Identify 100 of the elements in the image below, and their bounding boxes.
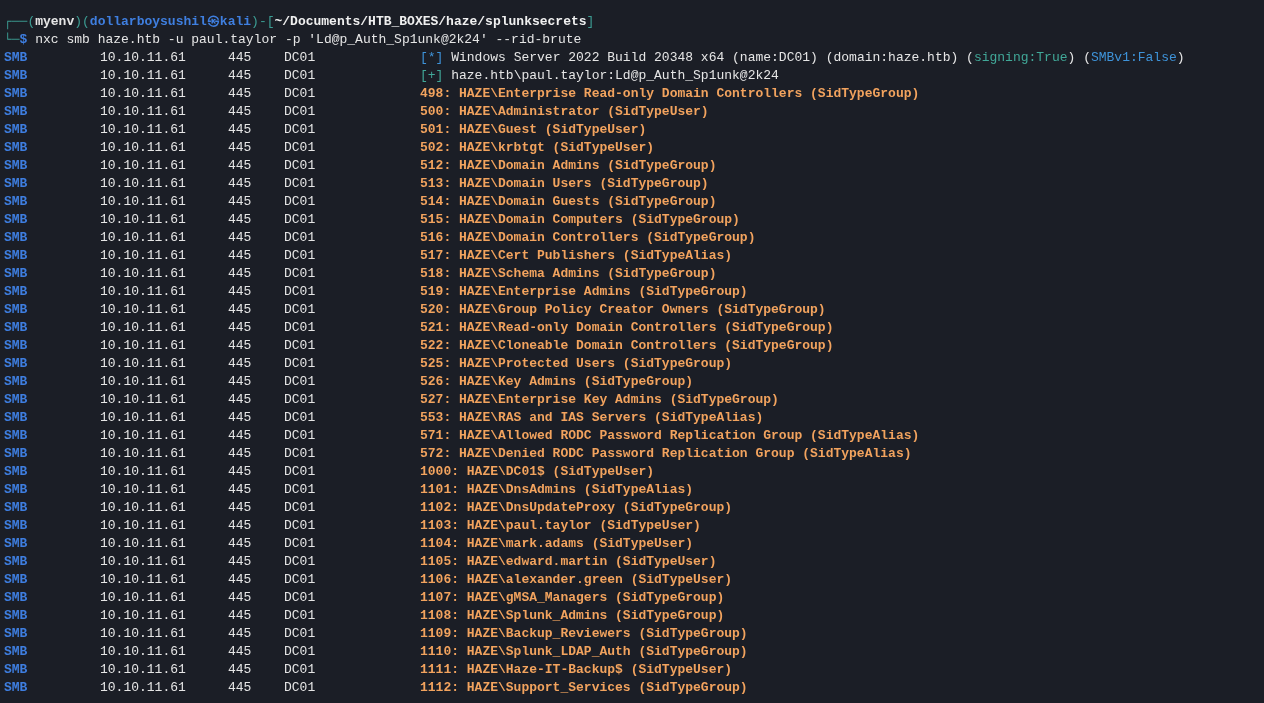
host-name: DC01 bbox=[284, 49, 316, 67]
host-name: DC01 bbox=[284, 481, 316, 499]
protocol-label: SMB bbox=[4, 229, 28, 247]
rid-entry: 514: HAZE\Domain Guests (SidTypeGroup) bbox=[420, 193, 717, 211]
rid-entry: 1109: HAZE\Backup_Reviewers (SidTypeGroup) bbox=[420, 625, 748, 643]
host-name: DC01 bbox=[284, 661, 316, 679]
host-address: 10.10.11.61 bbox=[100, 85, 186, 103]
rid-entry: 498: HAZE\Enterprise Read-only Domain Controllers (SidTypeGroup) bbox=[420, 85, 920, 103]
host-name: DC01 bbox=[284, 319, 316, 337]
port-number: 445 bbox=[228, 445, 252, 463]
port-number: 445 bbox=[228, 301, 252, 319]
protocol-label: SMB bbox=[4, 139, 28, 157]
protocol-label: SMB bbox=[4, 193, 28, 211]
host-address: 10.10.11.61 bbox=[100, 427, 186, 445]
protocol-label: SMB bbox=[4, 607, 28, 625]
host-name: DC01 bbox=[284, 445, 316, 463]
host-address: 10.10.11.61 bbox=[100, 193, 186, 211]
host-name: DC01 bbox=[284, 571, 316, 589]
host-name: DC01 bbox=[284, 337, 316, 355]
protocol-label: SMB bbox=[4, 427, 28, 445]
port-number: 445 bbox=[228, 49, 252, 67]
host-name: DC01 bbox=[284, 301, 316, 319]
rid-entry: 1111: HAZE\Haze-IT-Backup$ (SidTypeUser) bbox=[420, 661, 733, 679]
port-number: 445 bbox=[228, 661, 252, 679]
protocol-label: SMB bbox=[4, 409, 28, 427]
port-number: 445 bbox=[228, 265, 252, 283]
protocol-label: SMB bbox=[4, 301, 28, 319]
protocol-label: SMB bbox=[4, 373, 28, 391]
rid-entry: 501: HAZE\Guest (SidTypeUser) bbox=[420, 121, 647, 139]
host-address: 10.10.11.61 bbox=[100, 121, 186, 139]
port-number: 445 bbox=[228, 499, 252, 517]
protocol-label: SMB bbox=[4, 445, 28, 463]
port-number: 445 bbox=[228, 643, 252, 661]
port-number: 445 bbox=[228, 517, 252, 535]
host-name: DC01 bbox=[284, 229, 316, 247]
rid-entry: 571: HAZE\Allowed RODC Password Replication Group (SidTypeAlias) bbox=[420, 427, 920, 445]
protocol-label: SMB bbox=[4, 679, 28, 697]
port-number: 445 bbox=[228, 553, 252, 571]
rid-entry: 516: HAZE\Domain Controllers (SidTypeGroup) bbox=[420, 229, 756, 247]
protocol-label: SMB bbox=[4, 499, 28, 517]
port-number: 445 bbox=[228, 103, 252, 121]
host-address: 10.10.11.61 bbox=[100, 175, 186, 193]
rid-entry: 525: HAZE\Protected Users (SidTypeGroup) bbox=[420, 355, 733, 373]
host-name: DC01 bbox=[284, 553, 316, 571]
protocol-label: SMB bbox=[4, 49, 28, 67]
host-name: DC01 bbox=[284, 283, 316, 301]
protocol-label: SMB bbox=[4, 265, 28, 283]
rid-entry: 520: HAZE\Group Policy Creator Owners (SidTypeGroup) bbox=[420, 301, 826, 319]
host-address: 10.10.11.61 bbox=[100, 391, 186, 409]
host-address: 10.10.11.61 bbox=[100, 283, 186, 301]
host-address: 10.10.11.61 bbox=[100, 265, 186, 283]
rid-entry: 553: HAZE\RAS and IAS Servers (SidTypeAlias) bbox=[420, 409, 764, 427]
port-number: 445 bbox=[228, 157, 252, 175]
protocol-label: SMB bbox=[4, 571, 28, 589]
protocol-label: SMB bbox=[4, 175, 28, 193]
host-name: DC01 bbox=[284, 463, 316, 481]
host-name: DC01 bbox=[284, 607, 316, 625]
host-name: DC01 bbox=[284, 247, 316, 265]
rid-entry: 1102: HAZE\DnsUpdateProxy (SidTypeGroup) bbox=[420, 499, 733, 517]
protocol-label: SMB bbox=[4, 463, 28, 481]
host-name: DC01 bbox=[284, 355, 316, 373]
port-number: 445 bbox=[228, 535, 252, 553]
port-number: 445 bbox=[228, 247, 252, 265]
prompt-line: ┌──(myenv)(dollarboysushil㉿kali)-[~/Documents/HTB_BOXES/haze/splunksecrets] bbox=[4, 13, 595, 31]
rid-entry: 526: HAZE\Key Admins (SidTypeGroup) bbox=[420, 373, 694, 391]
port-number: 445 bbox=[228, 607, 252, 625]
protocol-label: SMB bbox=[4, 355, 28, 373]
host-address: 10.10.11.61 bbox=[100, 679, 186, 697]
protocol-label: SMB bbox=[4, 517, 28, 535]
command-line: └─$ nxc smb haze.htb -u paul.taylor -p 'Ld@p_Auth_Sp1unk@2k24' --rid-brute bbox=[4, 31, 582, 49]
status-message: [+] haze.htb\paul.taylor:Ld@p_Auth_Sp1unk@2k24 bbox=[420, 67, 779, 85]
host-name: DC01 bbox=[284, 103, 316, 121]
host-address: 10.10.11.61 bbox=[100, 571, 186, 589]
rid-entry: 500: HAZE\Administrator (SidTypeUser) bbox=[420, 103, 709, 121]
rid-entry: 522: HAZE\Cloneable Domain Controllers (SidTypeGroup) bbox=[420, 337, 834, 355]
port-number: 445 bbox=[228, 67, 252, 85]
host-address: 10.10.11.61 bbox=[100, 139, 186, 157]
host-name: DC01 bbox=[284, 499, 316, 517]
host-address: 10.10.11.61 bbox=[100, 49, 186, 67]
host-name: DC01 bbox=[284, 679, 316, 697]
protocol-label: SMB bbox=[4, 211, 28, 229]
protocol-label: SMB bbox=[4, 625, 28, 643]
protocol-label: SMB bbox=[4, 661, 28, 679]
port-number: 445 bbox=[228, 427, 252, 445]
host-name: DC01 bbox=[284, 175, 316, 193]
port-number: 445 bbox=[228, 139, 252, 157]
rid-entry: 1107: HAZE\gMSA_Managers (SidTypeGroup) bbox=[420, 589, 725, 607]
port-number: 445 bbox=[228, 319, 252, 337]
rid-entry: 527: HAZE\Enterprise Key Admins (SidTypeGroup) bbox=[420, 391, 779, 409]
port-number: 445 bbox=[228, 679, 252, 697]
port-number: 445 bbox=[228, 463, 252, 481]
protocol-label: SMB bbox=[4, 157, 28, 175]
protocol-label: SMB bbox=[4, 481, 28, 499]
host-name: DC01 bbox=[284, 535, 316, 553]
port-number: 445 bbox=[228, 175, 252, 193]
host-name: DC01 bbox=[284, 121, 316, 139]
rid-entry: 502: HAZE\krbtgt (SidTypeUser) bbox=[420, 139, 655, 157]
rid-entry: 513: HAZE\Domain Users (SidTypeGroup) bbox=[420, 175, 709, 193]
port-number: 445 bbox=[228, 409, 252, 427]
rid-entry: 1110: HAZE\Splunk_LDAP_Auth (SidTypeGroup) bbox=[420, 643, 748, 661]
